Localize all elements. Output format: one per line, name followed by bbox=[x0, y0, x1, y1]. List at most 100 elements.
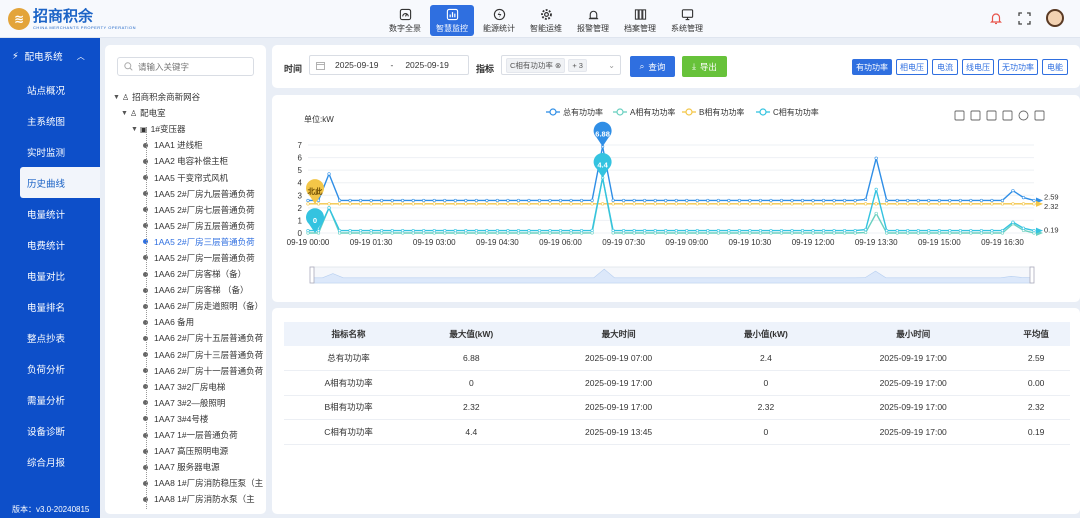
export-button[interactable]: ⤓ 导出 bbox=[682, 56, 727, 77]
data-point bbox=[990, 229, 994, 233]
data-point bbox=[769, 229, 773, 233]
zoom-reset-icon[interactable] bbox=[970, 110, 981, 121]
bar-chart-icon[interactable] bbox=[1002, 110, 1013, 121]
zoom-slider-handle-left[interactable] bbox=[309, 266, 315, 284]
tree-search[interactable] bbox=[117, 57, 254, 76]
data-point bbox=[506, 198, 510, 203]
search-button[interactable]: ⌕ 查询 bbox=[630, 56, 675, 77]
tree-node[interactable]: 1AA7 3#2—般照明 bbox=[113, 395, 266, 411]
nav-energy-statistics[interactable]: 能源统计 bbox=[477, 5, 521, 36]
sidebar-item-realtime[interactable]: 实时监测 bbox=[0, 136, 100, 167]
tree-node[interactable]: 1AA7 1#一层普通负荷 bbox=[113, 427, 266, 443]
data-point bbox=[590, 202, 594, 206]
tree-node[interactable]: 1AA8 1#厂房消防稳压泵（主 bbox=[113, 475, 266, 491]
tree-node[interactable]: 1AA7 3#4号楼 bbox=[113, 411, 266, 427]
nav-system-management[interactable]: 系统管理 bbox=[665, 5, 709, 36]
tree-node[interactable]: 1AA7 服务器电源 bbox=[113, 459, 266, 475]
metric-select[interactable]: C相有功功率 ⊗ + 3 ⌄ bbox=[501, 55, 621, 75]
tree-node-label: 1AA7 1#一层普通负荷 bbox=[154, 430, 238, 441]
sidebar-group-power-system[interactable]: ⚡ 配电系统 ︿ bbox=[0, 38, 100, 74]
zoom-slider-handle-right[interactable] bbox=[1029, 266, 1035, 284]
tree-node-label: 1AA5 干变帘式风机 bbox=[154, 172, 229, 183]
sidebar-item-history-curve[interactable]: 历史曲线 bbox=[20, 167, 100, 198]
tree-search-input[interactable] bbox=[138, 61, 248, 72]
sidebar-item-site-overview[interactable]: 站点概况 bbox=[0, 74, 100, 105]
data-point bbox=[990, 198, 994, 203]
nav-digital-panorama[interactable]: 数字全景 bbox=[383, 5, 427, 36]
tree-node[interactable]: 1AA6 2#厂房十三层普通负荷 bbox=[113, 347, 266, 363]
table-cell: 2025-09-19 07:00 bbox=[529, 346, 708, 371]
legend-marker[interactable] bbox=[549, 108, 557, 116]
sidebar-item-monthly-report[interactable]: 综合月报 bbox=[0, 446, 100, 477]
tab-current[interactable]: 电流 bbox=[932, 59, 958, 75]
tab-phase-voltage[interactable]: 相电压 bbox=[896, 59, 928, 75]
tree-node[interactable]: 1AA6 2#厂房十一层普通负荷 bbox=[113, 363, 266, 379]
nav-smart-maintenance[interactable]: 智能运维 bbox=[524, 5, 568, 36]
tree-node[interactable]: 1AA5 2#厂房九层普通负荷 bbox=[113, 186, 266, 202]
sidebar-item-fee-stats[interactable]: 电费统计 bbox=[0, 229, 100, 260]
sidebar-item-main-diagram[interactable]: 主系统图 bbox=[0, 105, 100, 136]
sidebar-item-device-diagnosis[interactable]: 设备诊断 bbox=[0, 415, 100, 446]
refresh-icon[interactable] bbox=[1018, 110, 1029, 121]
tag-close-icon[interactable]: ⊗ bbox=[555, 61, 561, 70]
legend-marker[interactable] bbox=[685, 108, 693, 116]
line-chart-icon[interactable] bbox=[986, 110, 997, 121]
data-point bbox=[1000, 202, 1005, 206]
data-point bbox=[779, 229, 784, 233]
data-point bbox=[464, 198, 468, 203]
tab-line-voltage[interactable]: 线电压 bbox=[962, 59, 994, 75]
tree-node[interactable]: ▼ ♙ 招商积余商新网谷 bbox=[113, 89, 266, 105]
data-point bbox=[601, 202, 605, 206]
tree-node[interactable]: 1AA5 干变帘式风机 bbox=[113, 169, 266, 185]
tree-node[interactable]: 1AA8 1#厂房消防水泵（主 bbox=[113, 491, 266, 507]
data-point bbox=[485, 229, 489, 233]
sidebar-item-load-analysis[interactable]: 负荷分析 bbox=[0, 353, 100, 384]
tree-node[interactable]: 1AA6 2#厂房十五层普通负荷 bbox=[113, 330, 266, 346]
tree-node[interactable]: 1AA5 2#厂房五层普通负荷 bbox=[113, 218, 266, 234]
data-point bbox=[706, 198, 710, 203]
sidebar-item-energy-compare[interactable]: 电量对比 bbox=[0, 260, 100, 291]
sidebar-item-demand-analysis[interactable]: 需量分析 bbox=[0, 384, 100, 415]
nav-alarm-management[interactable]: 报警管理 bbox=[571, 5, 615, 36]
tree-node[interactable]: ▼ ▣ 1#变压器 bbox=[113, 121, 266, 137]
download-icon[interactable] bbox=[1034, 110, 1045, 121]
data-point bbox=[769, 202, 773, 206]
data-point bbox=[979, 202, 983, 206]
sidebar-item-hourly-reading[interactable]: 整点抄表 bbox=[0, 322, 100, 353]
tree-node[interactable]: 1AA7 3#2厂房电梯 bbox=[113, 379, 266, 395]
data-point bbox=[380, 202, 384, 206]
nav-archive-management[interactable]: 档案管理 bbox=[618, 5, 662, 36]
legend-marker[interactable] bbox=[759, 108, 767, 116]
data-point bbox=[337, 228, 342, 233]
tree-node[interactable]: 1AA5 2#厂房三层普通负荷 bbox=[113, 234, 266, 250]
tree-node-label: 1AA7 3#2—般照明 bbox=[154, 397, 226, 408]
tab-energy[interactable]: 电能 bbox=[1042, 59, 1068, 75]
tree-node[interactable]: ▼ ♙ 配电室 bbox=[113, 105, 266, 121]
nav-smart-monitoring[interactable]: 智慧监控 bbox=[430, 5, 474, 36]
date-range-picker[interactable]: 2025-09-19 - 2025-09-19 bbox=[309, 55, 469, 75]
zoom-area-icon[interactable] bbox=[954, 110, 965, 121]
series-line-0 bbox=[308, 146, 1035, 202]
caret-down-icon[interactable]: ▼ bbox=[113, 94, 122, 101]
caret-down-icon[interactable]: ▼ bbox=[131, 126, 140, 133]
tree-node[interactable]: 1AA6 2#厂房客梯 （备） bbox=[113, 282, 266, 298]
tree-node[interactable]: 1AA5 2#厂房七层普通负荷 bbox=[113, 202, 266, 218]
sidebar-item-label: 电量对比 bbox=[27, 271, 66, 283]
fullscreen-icon[interactable] bbox=[1018, 11, 1031, 25]
data-point bbox=[380, 229, 384, 233]
tab-reactive-power[interactable]: 无功功率 bbox=[998, 59, 1038, 75]
sidebar-item-energy-rank[interactable]: 电量排名 bbox=[0, 291, 100, 322]
caret-down-icon[interactable]: ▼ bbox=[121, 110, 130, 117]
avatar[interactable] bbox=[1046, 9, 1064, 27]
tree-node[interactable]: 1AA6 备用 bbox=[113, 314, 266, 330]
sidebar-item-energy-stats[interactable]: 电量统计 bbox=[0, 198, 100, 229]
tree-node[interactable]: 1AA6 2#厂房客梯（备） bbox=[113, 266, 266, 282]
tree-node[interactable]: 1AA6 2#厂房走道照明（备） bbox=[113, 298, 266, 314]
legend-marker[interactable] bbox=[616, 108, 624, 116]
tree-node[interactable]: 1AA1 进线柜 bbox=[113, 137, 266, 153]
tab-active-power[interactable]: 有功功率 bbox=[852, 59, 892, 75]
tree-node[interactable]: 1AA5 2#厂房一层普通负荷 bbox=[113, 250, 266, 266]
tree-node[interactable]: 1AA7 高压照明电源 bbox=[113, 443, 266, 459]
bell-icon[interactable] bbox=[989, 11, 1003, 25]
tree-node[interactable]: 1AA2 电容补偿主柜 bbox=[113, 153, 266, 169]
